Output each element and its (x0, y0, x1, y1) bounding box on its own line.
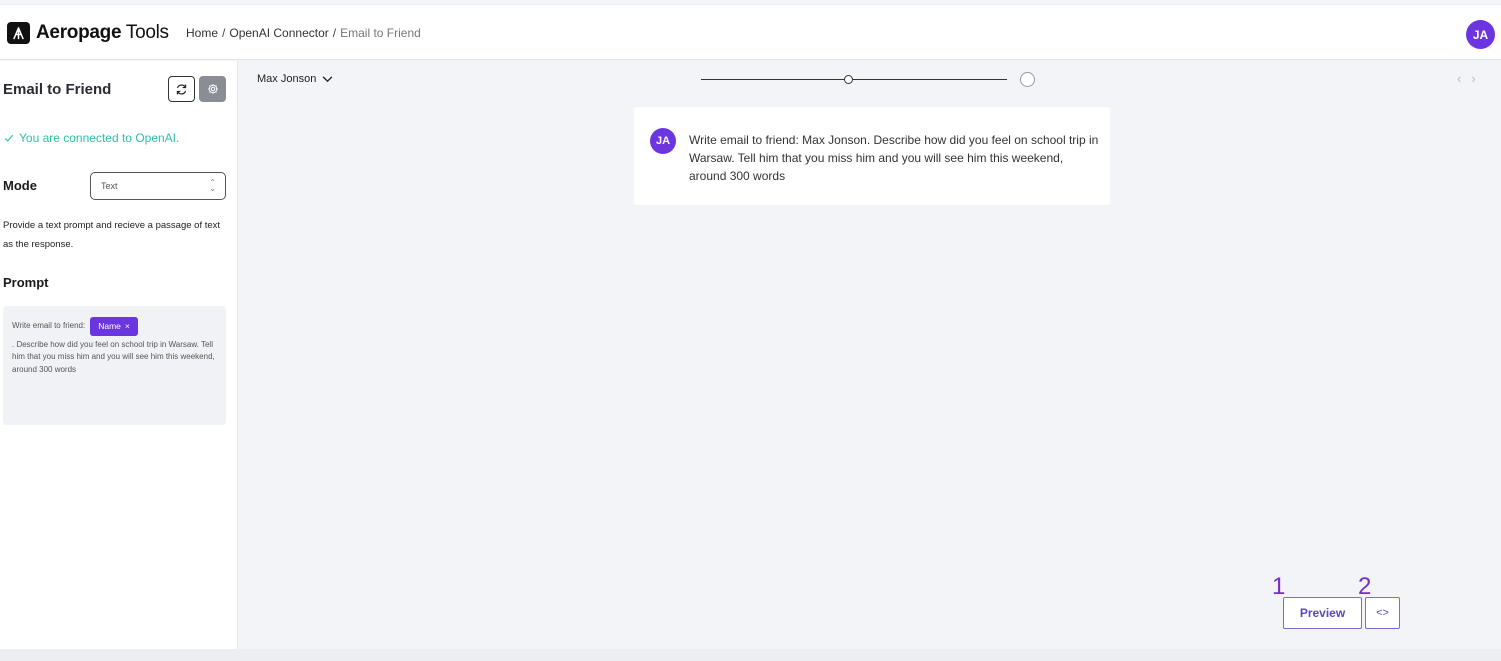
record-slider[interactable] (701, 72, 1035, 88)
preview-button[interactable]: Preview (1283, 597, 1362, 629)
message-card: JA Write email to friend: Max Jonson. De… (634, 107, 1110, 205)
aeropage-logo-icon (7, 22, 30, 44)
annotation-number: 1 (1272, 573, 1286, 600)
mode-select-value: Text (101, 181, 118, 191)
app-logo[interactable]: Aeropage Tools (7, 22, 169, 44)
message-text: Write email to friend: Max Jonson. Descr… (689, 133, 1099, 183)
connection-status-text: You are connected to OpenAI. (19, 131, 180, 145)
chevron-right-icon[interactable]: › (1471, 71, 1475, 86)
breadcrumb-home[interactable]: Home (186, 26, 218, 40)
recipient-name: Max Jonson (257, 73, 317, 85)
slider-track (701, 79, 1007, 80)
code-icon: <> (1376, 607, 1389, 619)
pager: ‹ › (1457, 71, 1476, 86)
chevron-down-icon (322, 75, 333, 82)
settings-button[interactable] (199, 76, 226, 102)
main-panel: Max Jonson ‹ › JA Write email to friend:… (239, 61, 1501, 649)
name-variable-tag[interactable]: Name × (90, 317, 138, 336)
user-avatar[interactable]: JA (1466, 20, 1495, 49)
annotation-number: 2 (1358, 573, 1372, 600)
slider-thumb[interactable] (843, 75, 853, 84)
refresh-icon (176, 83, 187, 95)
breadcrumb: Home / OpenAI Connector / Email to Frien… (186, 26, 421, 40)
breadcrumb-openai-connector[interactable]: OpenAI Connector (229, 26, 328, 40)
breadcrumb-current: Email to Friend (340, 26, 421, 40)
sidebar: Email to Friend You are connected to Ope… (0, 61, 238, 649)
app-name: Aeropage Tools (36, 22, 169, 43)
prompt-suffix: . Describe how did you feel on school tr… (12, 339, 215, 374)
breadcrumb-separator: / (332, 26, 337, 40)
prompt-label: Prompt (3, 275, 49, 290)
tag-label: Name (98, 321, 121, 331)
refresh-button[interactable] (168, 76, 195, 102)
mode-label: Mode (3, 178, 37, 193)
code-view-button[interactable]: <> (1365, 597, 1400, 629)
top-bar: Aeropage Tools Home / OpenAI Connector /… (0, 4, 1501, 60)
message-avatar: JA (650, 128, 676, 154)
mode-select[interactable]: Text ⌃ ⌄ (90, 172, 226, 200)
connector-title: Email to Friend (3, 81, 112, 98)
recipient-dropdown[interactable]: Max Jonson (257, 73, 333, 85)
prompt-editor[interactable]: Write email to friend: Name × . Describe… (3, 306, 226, 425)
mode-description: Provide a text prompt and recieve a pass… (3, 220, 221, 250)
gear-icon (207, 84, 218, 94)
slider-end-marker[interactable] (1020, 72, 1035, 87)
breadcrumb-separator: / (222, 26, 226, 40)
prompt-prefix: Write email to friend: (12, 321, 86, 330)
select-arrows-icon: ⌃ ⌄ (209, 178, 216, 193)
connection-status: You are connected to OpenAI. (4, 131, 179, 145)
bottom-strip (0, 649, 1501, 661)
close-icon[interactable]: × (125, 320, 130, 333)
chevron-left-icon[interactable]: ‹ (1457, 71, 1461, 86)
check-icon (4, 134, 14, 142)
